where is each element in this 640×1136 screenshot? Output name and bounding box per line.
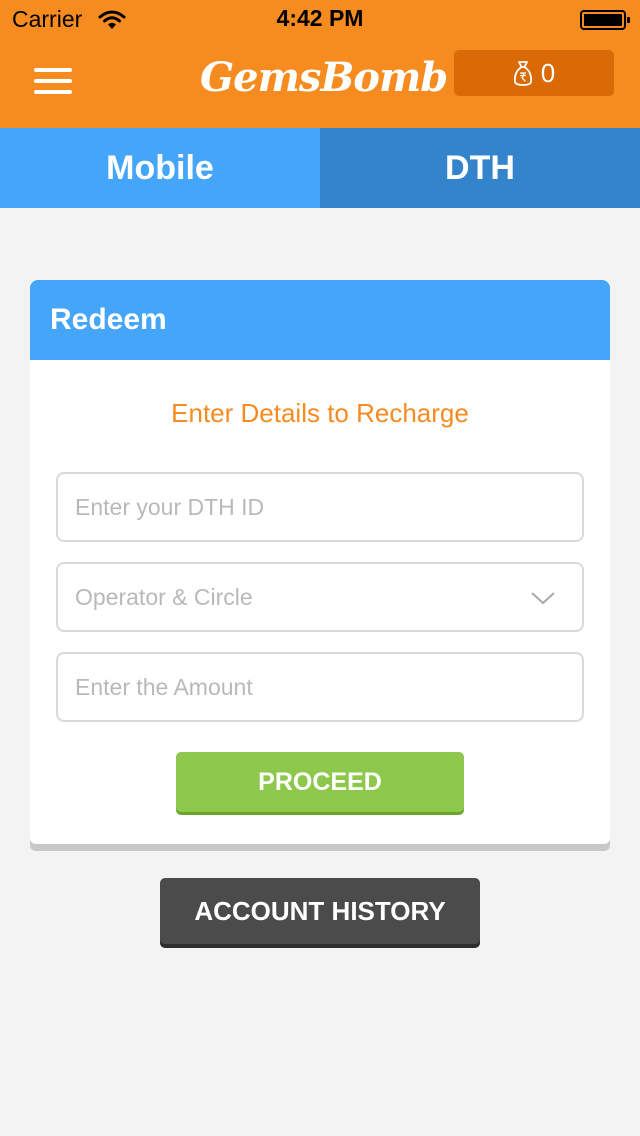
chevron-down-icon bbox=[531, 592, 555, 605]
redeem-card-title: Redeem bbox=[30, 280, 610, 360]
tab-mobile[interactable]: Mobile bbox=[0, 128, 320, 208]
amount-field[interactable] bbox=[56, 652, 584, 722]
tab-bar: Mobile DTH bbox=[0, 128, 640, 208]
tab-dth[interactable]: DTH bbox=[320, 128, 640, 208]
operator-circle-value: Operator & Circle bbox=[75, 584, 253, 610]
wallet-count: 0 bbox=[540, 57, 556, 88]
amount-input[interactable] bbox=[58, 654, 515, 720]
hamburger-menu-icon[interactable] bbox=[34, 68, 74, 100]
money-bag-icon bbox=[513, 61, 532, 86]
operator-circle-select[interactable]: Operator & Circle bbox=[56, 562, 584, 632]
app-logo: GemsBomb bbox=[200, 54, 448, 101]
app-header: GemsBomb 0 bbox=[0, 40, 640, 128]
account-history-button[interactable]: ACCOUNT HISTORY bbox=[160, 878, 480, 944]
status-time: 4:42 PM bbox=[276, 5, 364, 31]
dth-id-field[interactable] bbox=[56, 472, 584, 542]
status-bar: Carrier 4:42 PM bbox=[0, 0, 640, 40]
redeem-card: Redeem Enter Details to Recharge Operato… bbox=[30, 280, 610, 844]
battery-icon bbox=[580, 10, 630, 30]
recharge-subtitle: Enter Details to Recharge bbox=[171, 398, 469, 428]
dth-id-input[interactable] bbox=[58, 474, 515, 540]
wallet-button[interactable]: 0 bbox=[454, 50, 614, 96]
proceed-button[interactable]: PROCEED bbox=[176, 752, 464, 812]
